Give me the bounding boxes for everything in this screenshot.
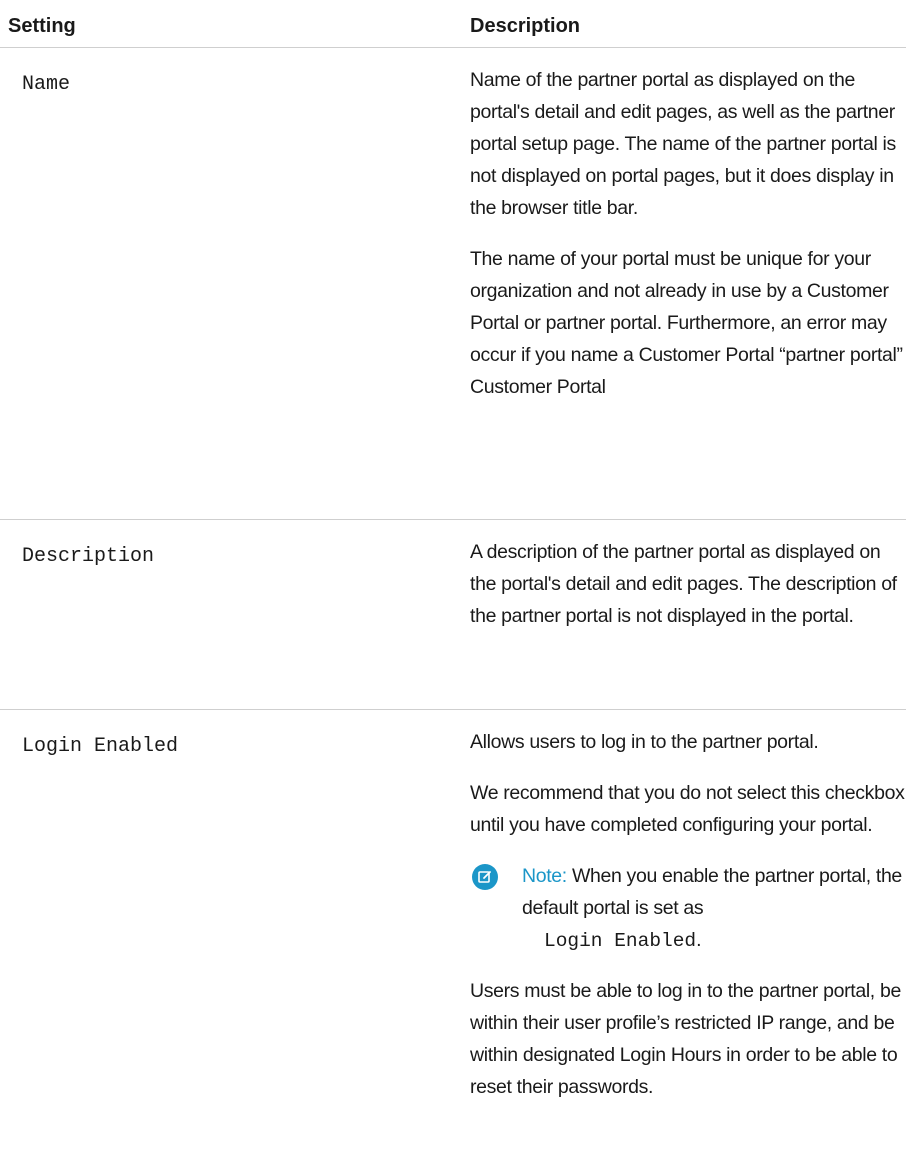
- note-callout: Note: When you enable the partner portal…: [470, 860, 906, 957]
- table-row: Login Enabled Allows users to log in to …: [0, 710, 906, 1119]
- table-row: Description A description of the partner…: [0, 520, 906, 710]
- table-row: Name Name of the partner portal as displ…: [0, 48, 906, 520]
- setting-name: Name: [22, 73, 71, 96]
- description-cell: A description of the partner portal as d…: [470, 520, 906, 709]
- description-paragraph: The name of your portal must be unique f…: [470, 248, 903, 398]
- description-cell: Name of the partner portal as displayed …: [470, 48, 906, 519]
- description-cell: Allows users to log in to the partner po…: [470, 710, 906, 1119]
- setting-name: Description: [22, 545, 155, 568]
- settings-table: Setting Description Name Name of the par…: [0, 0, 906, 1119]
- note-code: Login Enabled: [544, 930, 697, 952]
- description-paragraph: Users must be able to log in to the part…: [470, 980, 901, 1098]
- note-label: Note:: [522, 865, 567, 887]
- note-body: Note: When you enable the partner portal…: [522, 860, 906, 957]
- description-paragraph: A description of the partner portal as d…: [470, 541, 897, 627]
- header-description: Description: [470, 15, 581, 37]
- description-paragraph: We recommend that you do not select this…: [470, 782, 905, 836]
- header-setting: Setting: [8, 15, 76, 37]
- note-suffix: .: [696, 929, 702, 951]
- setting-name: Login Enabled: [22, 735, 179, 758]
- table-header: Setting Description: [0, 0, 906, 48]
- description-paragraph: Allows users to log in to the partner po…: [470, 731, 819, 753]
- note-text: When you enable the partner portal, the …: [522, 865, 902, 919]
- description-paragraph: Name of the partner portal as displayed …: [470, 69, 896, 219]
- edit-note-icon: [472, 864, 498, 890]
